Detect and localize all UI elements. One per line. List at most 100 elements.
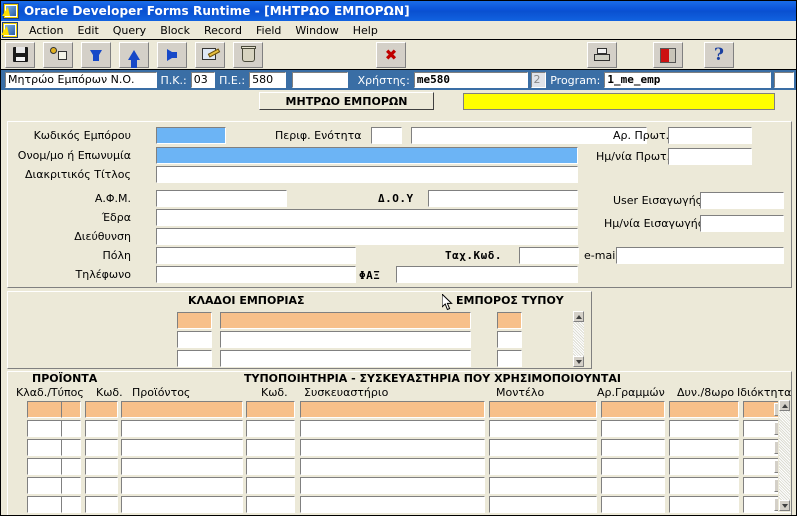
product-type-field[interactable] (61, 420, 81, 437)
model-field[interactable] (489, 458, 597, 475)
phone-field[interactable] (156, 266, 356, 283)
model-field[interactable] (489, 401, 597, 418)
packer-name-field[interactable] (300, 420, 485, 437)
lines-field[interactable] (601, 458, 665, 475)
print-button[interactable] (587, 42, 617, 68)
lines-field[interactable] (601, 420, 665, 437)
branch-description-field[interactable] (220, 312, 471, 329)
scroll-up-button[interactable] (573, 311, 584, 322)
full-name-field[interactable] (156, 147, 578, 164)
next-block-button[interactable] (157, 41, 187, 68)
menu-item-field[interactable]: Field (249, 23, 288, 38)
product-code-field[interactable] (85, 477, 118, 494)
product-name-field[interactable] (121, 420, 243, 437)
capacity-field[interactable] (669, 477, 739, 494)
next-record-button[interactable] (81, 41, 111, 68)
pe-field[interactable]: 580 (249, 72, 287, 88)
product-name-field[interactable] (121, 458, 243, 475)
product-type-field[interactable] (61, 401, 81, 418)
menu-item-action[interactable]: Action (22, 23, 70, 38)
lines-field[interactable] (601, 477, 665, 494)
branch-code-field[interactable] (177, 312, 212, 329)
menu-item-help[interactable]: Help (346, 23, 385, 38)
capacity-field[interactable] (669, 439, 739, 456)
product-code-field[interactable] (85, 420, 118, 437)
lines-field[interactable] (601, 401, 665, 418)
exit-button[interactable] (653, 42, 683, 68)
menu-item-edit[interactable]: Edit (70, 23, 105, 38)
doy-field[interactable] (428, 190, 578, 207)
entry-date-field[interactable] (700, 215, 784, 232)
menu-item-record[interactable]: Record (197, 23, 249, 38)
branch-code-field[interactable] (177, 331, 212, 348)
statusbar-extra-field[interactable] (292, 72, 348, 88)
enter-query-button[interactable] (43, 41, 73, 68)
pk-field[interactable]: 03 (190, 72, 216, 88)
postal-code-field[interactable] (519, 247, 579, 264)
product-name-field[interactable] (121, 439, 243, 456)
save-button[interactable] (5, 41, 35, 68)
edit-button[interactable] (195, 41, 225, 68)
packer-name-field[interactable] (300, 458, 485, 475)
cancel-button[interactable]: ✖ (376, 42, 406, 68)
protocol-date-field[interactable] (668, 148, 752, 165)
model-field[interactable] (489, 496, 597, 513)
branch-press-field[interactable] (497, 350, 522, 367)
product-name-field[interactable] (121, 401, 243, 418)
packer-name-field[interactable] (300, 439, 485, 456)
lines-field[interactable] (601, 496, 665, 513)
product-code-field[interactable] (85, 439, 118, 456)
scroll-down-button[interactable] (573, 356, 584, 367)
product-code-field[interactable] (85, 401, 118, 418)
product-type-field[interactable] (61, 477, 81, 494)
address-field[interactable] (156, 228, 578, 245)
branch-code-field[interactable] (177, 350, 212, 367)
pack-code-field[interactable] (246, 401, 295, 418)
branch-press-field[interactable] (497, 331, 522, 348)
merchant-code-field[interactable] (156, 127, 226, 144)
menu-item-window[interactable]: Window (288, 23, 345, 38)
model-field[interactable] (489, 420, 597, 437)
packer-name-field[interactable] (300, 496, 485, 513)
menu-item-query[interactable]: Query (106, 23, 153, 38)
branches-scrollbar[interactable] (572, 310, 585, 368)
product-type-field[interactable] (61, 496, 81, 513)
packer-name-field[interactable] (300, 477, 485, 494)
capacity-field[interactable] (669, 496, 739, 513)
capacity-field[interactable] (669, 458, 739, 475)
pack-code-field[interactable] (246, 439, 295, 456)
branch-description-field[interactable] (220, 350, 471, 367)
product-type-field[interactable] (61, 458, 81, 475)
model-field[interactable] (489, 477, 597, 494)
product-code-field[interactable] (85, 496, 118, 513)
afm-field[interactable] (156, 190, 287, 207)
headquarters-field[interactable] (156, 209, 578, 226)
scroll-down-button[interactable] (779, 500, 790, 511)
fax-field[interactable] (396, 266, 578, 283)
pack-code-field[interactable] (246, 477, 295, 494)
delete-record-button[interactable] (233, 41, 263, 68)
help-button[interactable]: ? (704, 42, 734, 68)
menu-item-block[interactable]: Block (153, 23, 197, 38)
scroll-up-button[interactable] (779, 400, 790, 411)
city-field[interactable] (156, 247, 356, 264)
packer-name-field[interactable] (300, 401, 485, 418)
lines-field[interactable] (601, 439, 665, 456)
branch-press-field[interactable] (497, 312, 522, 329)
previous-record-button[interactable] (119, 41, 149, 68)
distinctive-title-field[interactable] (156, 166, 578, 183)
branch-description-field[interactable] (220, 331, 471, 348)
model-field[interactable] (489, 439, 597, 456)
capacity-field[interactable] (669, 420, 739, 437)
pack-code-field[interactable] (246, 458, 295, 475)
entry-user-field[interactable] (700, 192, 784, 209)
protocol-no-field[interactable] (668, 127, 752, 144)
capacity-field[interactable] (669, 401, 739, 418)
tab-merchant-registry[interactable]: ΜΗΤΡΩΟ ΕΜΠΟΡΩΝ (259, 92, 434, 110)
pack-code-field[interactable] (246, 420, 295, 437)
product-name-field[interactable] (121, 496, 243, 513)
pack-code-field[interactable] (246, 496, 295, 513)
product-type-field[interactable] (61, 439, 81, 456)
region-name-field[interactable] (411, 127, 647, 144)
region-code-field[interactable] (371, 127, 402, 144)
